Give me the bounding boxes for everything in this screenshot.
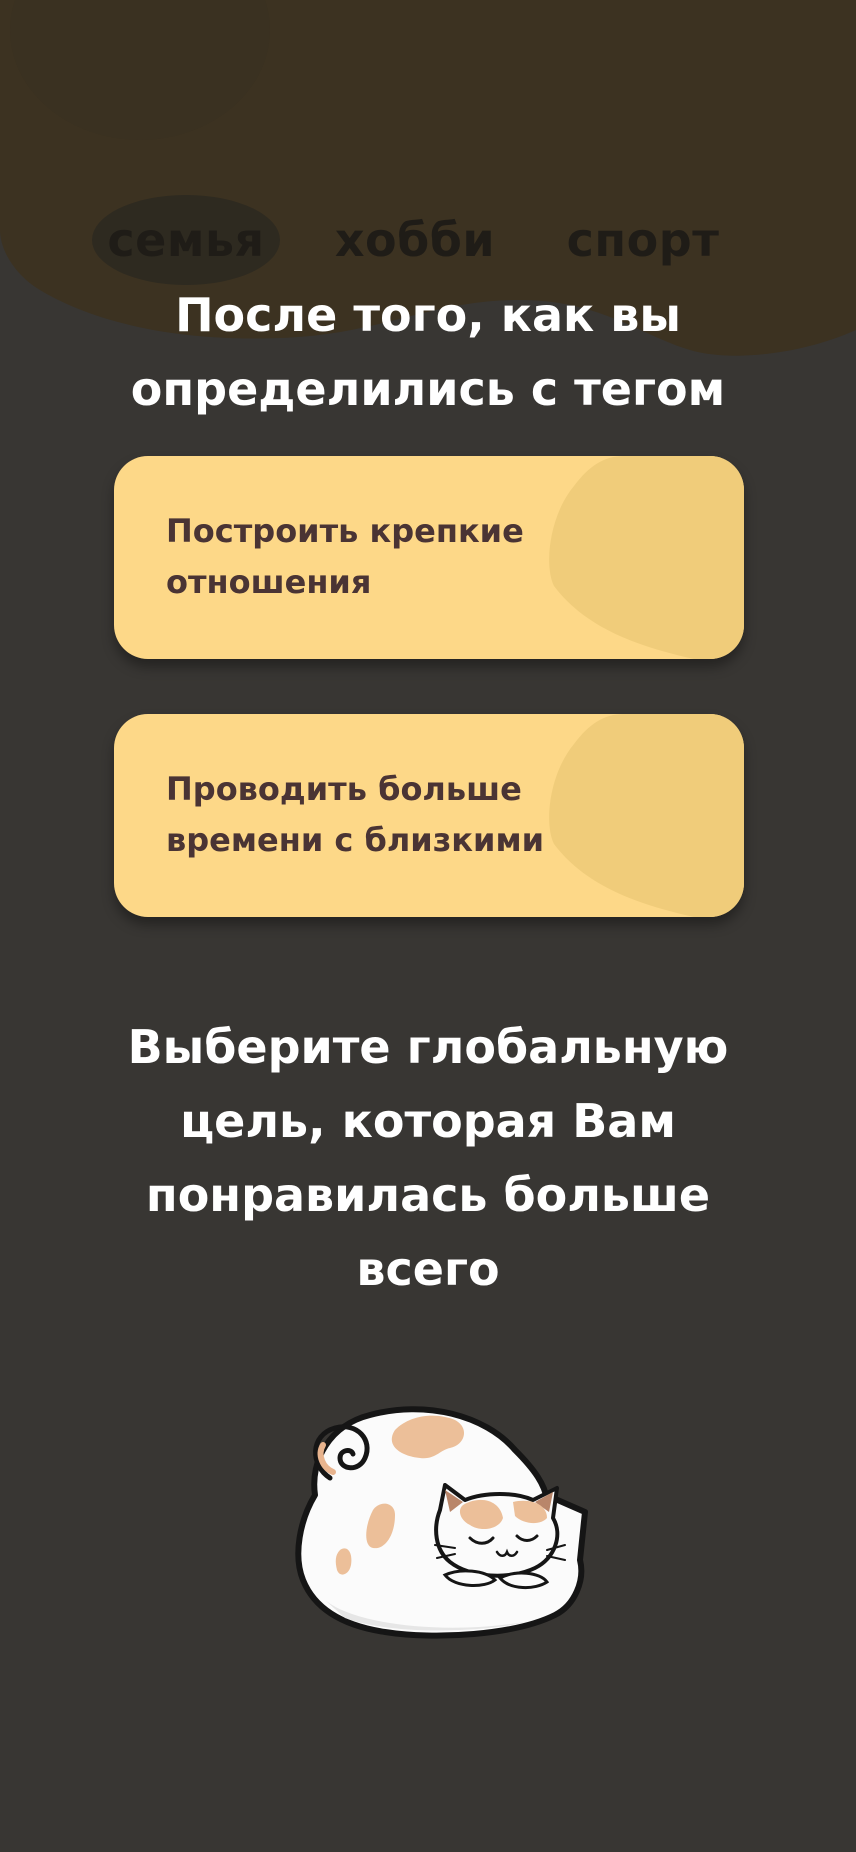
goal-card-label: Проводить больше времени с близкими [166,764,586,866]
subtitle-line: После того, как вы [175,288,681,342]
subtitle-line: определились с тегом [130,362,726,416]
tag-hobby[interactable]: хобби [320,195,510,285]
goal-card-label-line: Проводить больше [166,770,522,808]
sleeping-cat-illustration [295,1406,588,1639]
goal-card-time-with-family[interactable]: Проводить больше времени с близкими [114,714,744,917]
goal-card-label-line: Построить крепкие [166,512,524,550]
goal-card-label-line: отношения [166,563,372,601]
question-line: Выберите глобальную [127,1020,729,1074]
question-line: цель, которая Вам [180,1094,676,1148]
question-line: понравилась больше [145,1168,711,1222]
question-line: всего [356,1242,500,1296]
goal-card-strong-relationships[interactable]: Построить крепкие отношения [114,456,744,659]
tag-selector: семья хобби спорт [0,195,856,285]
goal-card-label: Построить крепкие отношения [166,506,586,608]
tag-family[interactable]: семья [92,195,280,285]
goal-card-label-line: времени с близкими [166,821,545,859]
question-heading: Выберите глобальную цель, которая Вам по… [0,1010,856,1306]
subtitle: После того, как вы определились с тегом [0,278,856,426]
tag-sport[interactable]: спорт [550,195,736,285]
